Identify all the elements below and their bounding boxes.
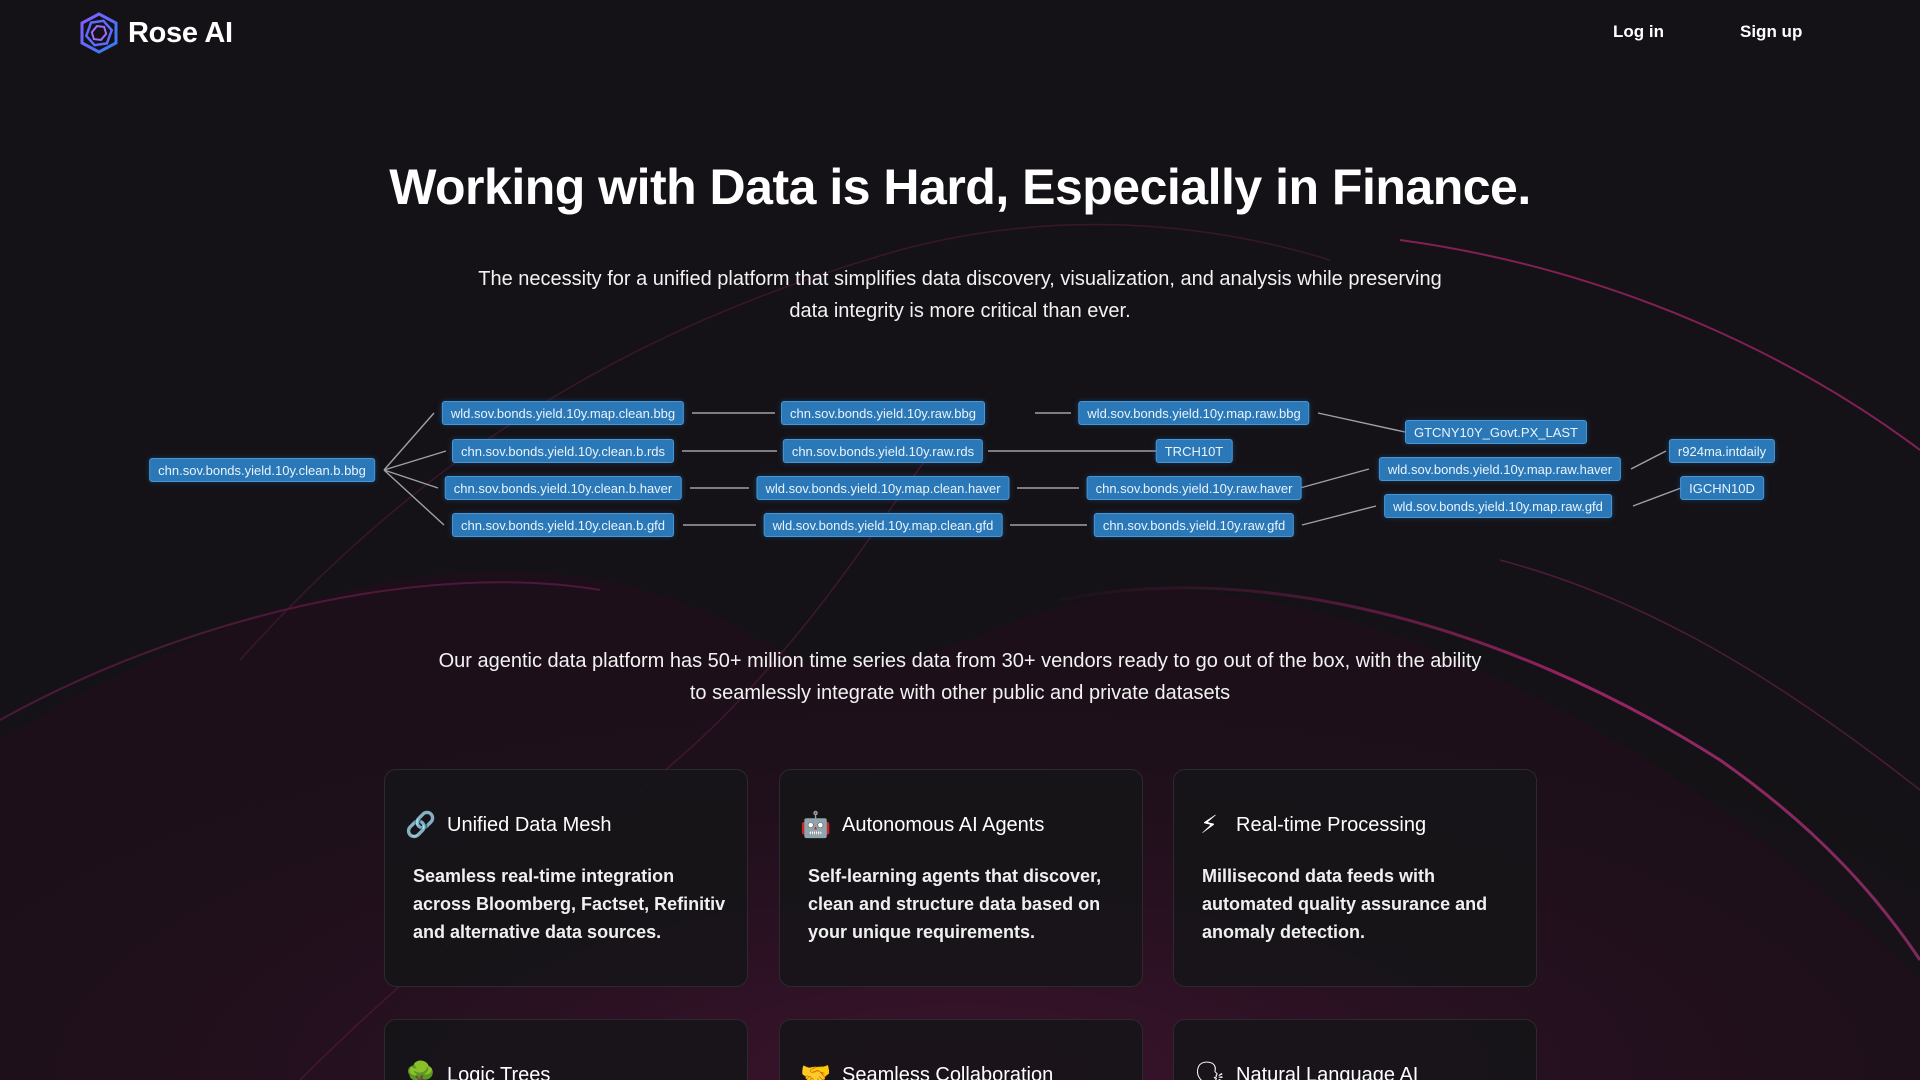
feature-card-logic-trees: 🌳 Logic Trees <box>384 1019 748 1080</box>
feature-description: Seamless real-time integration across Bl… <box>413 866 726 942</box>
speaking-head-icon: 🗣 <box>1194 1061 1226 1080</box>
lineage-node[interactable]: chn.sov.bonds.yield.10y.raw.rds <box>782 439 984 463</box>
feature-title: Autonomous AI Agents <box>842 813 1045 836</box>
feature-card-seamless-collaboration: 🤝 Seamless Collaboration <box>779 1019 1143 1080</box>
header: Rose AI Log in Sign up <box>0 0 1920 70</box>
tree-icon: 🌳 <box>405 1061 437 1080</box>
lineage-node[interactable]: wld.sov.bonds.yield.10y.map.raw.gfd <box>1384 494 1612 518</box>
lineage-node[interactable]: wld.sov.bonds.yield.10y.map.clean.haver <box>756 476 1010 500</box>
lineage-node[interactable]: wld.sov.bonds.yield.10y.map.raw.bbg <box>1078 401 1310 425</box>
lineage-node[interactable]: chn.sov.bonds.yield.10y.clean.b.gfd <box>451 513 675 537</box>
hero-title: Working with Data is Hard, Especially in… <box>389 159 1531 215</box>
feature-title: Seamless Collaboration <box>842 1063 1054 1080</box>
lineage-node[interactable]: chn.sov.bonds.yield.10y.raw.haver <box>1086 476 1302 500</box>
feature-card-unified-data-mesh: 🔗 Unified Data Mesh Seamless real-time i… <box>384 769 748 987</box>
lightning-icon: ⚡ <box>1200 811 1218 839</box>
lineage-node[interactable]: GTCNY10Y_Govt.PX_LAST <box>1404 420 1588 444</box>
brand-logo[interactable]: Rose AI <box>78 12 233 54</box>
handshake-icon: 🤝 <box>800 1061 832 1080</box>
lineage-node[interactable]: IGCHN10D <box>1680 476 1764 500</box>
signup-link[interactable]: Sign up <box>1740 22 1802 42</box>
link-icon: 🔗 <box>405 811 437 839</box>
rose-logo-icon <box>80 12 118 54</box>
feature-title: Real-time Processing <box>1236 813 1427 836</box>
page: Rose AI Log in Sign up Working with Data… <box>0 0 1920 1080</box>
feature-card-autonomous-ai-agents: 🤖 Autonomous AI Agents Self-learning age… <box>779 769 1143 987</box>
lineage-node[interactable]: wld.sov.bonds.yield.10y.map.clean.bbg <box>441 401 685 425</box>
feature-title: Natural Language AI <box>1236 1063 1419 1080</box>
lineage-node[interactable]: TRCH10T <box>1155 439 1233 463</box>
brand-name: Rose AI <box>128 16 233 49</box>
lineage-node[interactable]: chn.sov.bonds.yield.10y.clean.b.bbg <box>149 458 375 482</box>
feature-description: Millisecond data feeds with automated qu… <box>1202 866 1488 942</box>
lineage-node[interactable]: wld.sov.bonds.yield.10y.map.raw.haver <box>1378 457 1622 481</box>
hero-subtitle: The necessity for a unified platform tha… <box>478 268 1442 322</box>
platform-description: Our agentic data platform has 50+ millio… <box>438 650 1482 704</box>
lineage-node[interactable]: chn.sov.bonds.yield.10y.raw.bbg <box>781 401 985 425</box>
feature-card-natural-language-ai: 🗣 Natural Language AI <box>1173 1019 1537 1080</box>
feature-title: Logic Trees <box>447 1063 551 1080</box>
lineage-node[interactable]: r924ma.intdaily <box>1668 439 1776 463</box>
login-link[interactable]: Log in <box>1613 22 1664 42</box>
lineage-node[interactable]: chn.sov.bonds.yield.10y.raw.gfd <box>1093 513 1295 537</box>
lineage-node[interactable]: chn.sov.bonds.yield.10y.clean.b.rds <box>451 439 675 463</box>
lineage-node[interactable]: chn.sov.bonds.yield.10y.clean.b.haver <box>444 476 682 500</box>
feature-description: Self-learning agents that discover, clea… <box>808 866 1102 942</box>
feature-card-real-time-processing: ⚡ Real-time Processing Millisecond data … <box>1173 769 1537 987</box>
robot-icon: 🤖 <box>800 811 832 839</box>
lineage-node[interactable]: wld.sov.bonds.yield.10y.map.clean.gfd <box>763 513 1003 537</box>
data-lineage-graph: chn.sov.bonds.yield.10y.clean.b.bbg wld.s… <box>0 390 1920 550</box>
feature-title: Unified Data Mesh <box>447 813 612 836</box>
